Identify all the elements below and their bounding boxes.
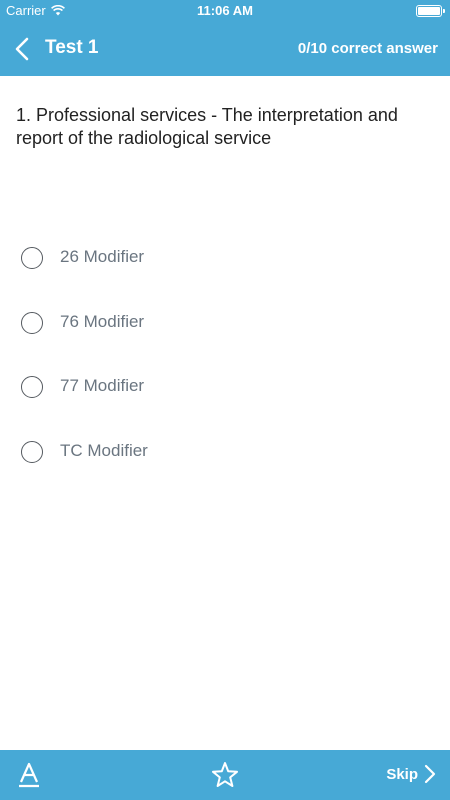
- font-size-icon: [19, 762, 39, 788]
- answer-option[interactable]: 77 Modifier: [0, 355, 450, 420]
- bottom-toolbar: Skip: [0, 750, 450, 800]
- navigation-bar: Test 1 0/10 correct answer: [0, 22, 450, 76]
- radio-button[interactable]: [21, 440, 43, 463]
- answer-option[interactable]: 26 Modifier: [0, 226, 450, 291]
- radio-button[interactable]: [21, 247, 43, 269]
- back-button[interactable]: [8, 34, 38, 64]
- chevron-right-icon: [424, 764, 436, 784]
- battery-icon: [416, 5, 445, 17]
- status-bar: Carrier 11:06 AM: [0, 0, 450, 22]
- star-icon: [212, 762, 238, 787]
- answer-label: 77 Modifier: [60, 376, 145, 395]
- answer-label: TC Modifier: [60, 440, 148, 460]
- chevron-left-icon: [15, 37, 29, 61]
- answer-option[interactable]: TC Modifier: [0, 420, 450, 485]
- answer-option[interactable]: 76 Modifier: [0, 291, 450, 356]
- font-size-button[interactable]: [18, 762, 40, 788]
- score-counter: 0/10 correct answer: [297, 40, 438, 57]
- question-text: 1. Professional services - The interpret…: [16, 105, 398, 148]
- answer-options: 26 Modifier 76 Modifier 77 Modifier TC M…: [0, 226, 450, 484]
- radio-button[interactable]: [21, 311, 43, 334]
- status-time: 11:06 AM: [197, 3, 253, 18]
- bookmark-button[interactable]: [211, 761, 239, 789]
- radio-button[interactable]: [21, 376, 43, 398]
- answer-label: 26 Modifier: [60, 247, 145, 266]
- page-title: Test 1: [45, 37, 99, 58]
- skip-label: Skip: [386, 765, 418, 783]
- skip-button[interactable]: Skip: [386, 764, 436, 784]
- answer-label: 76 Modifier: [60, 311, 145, 331]
